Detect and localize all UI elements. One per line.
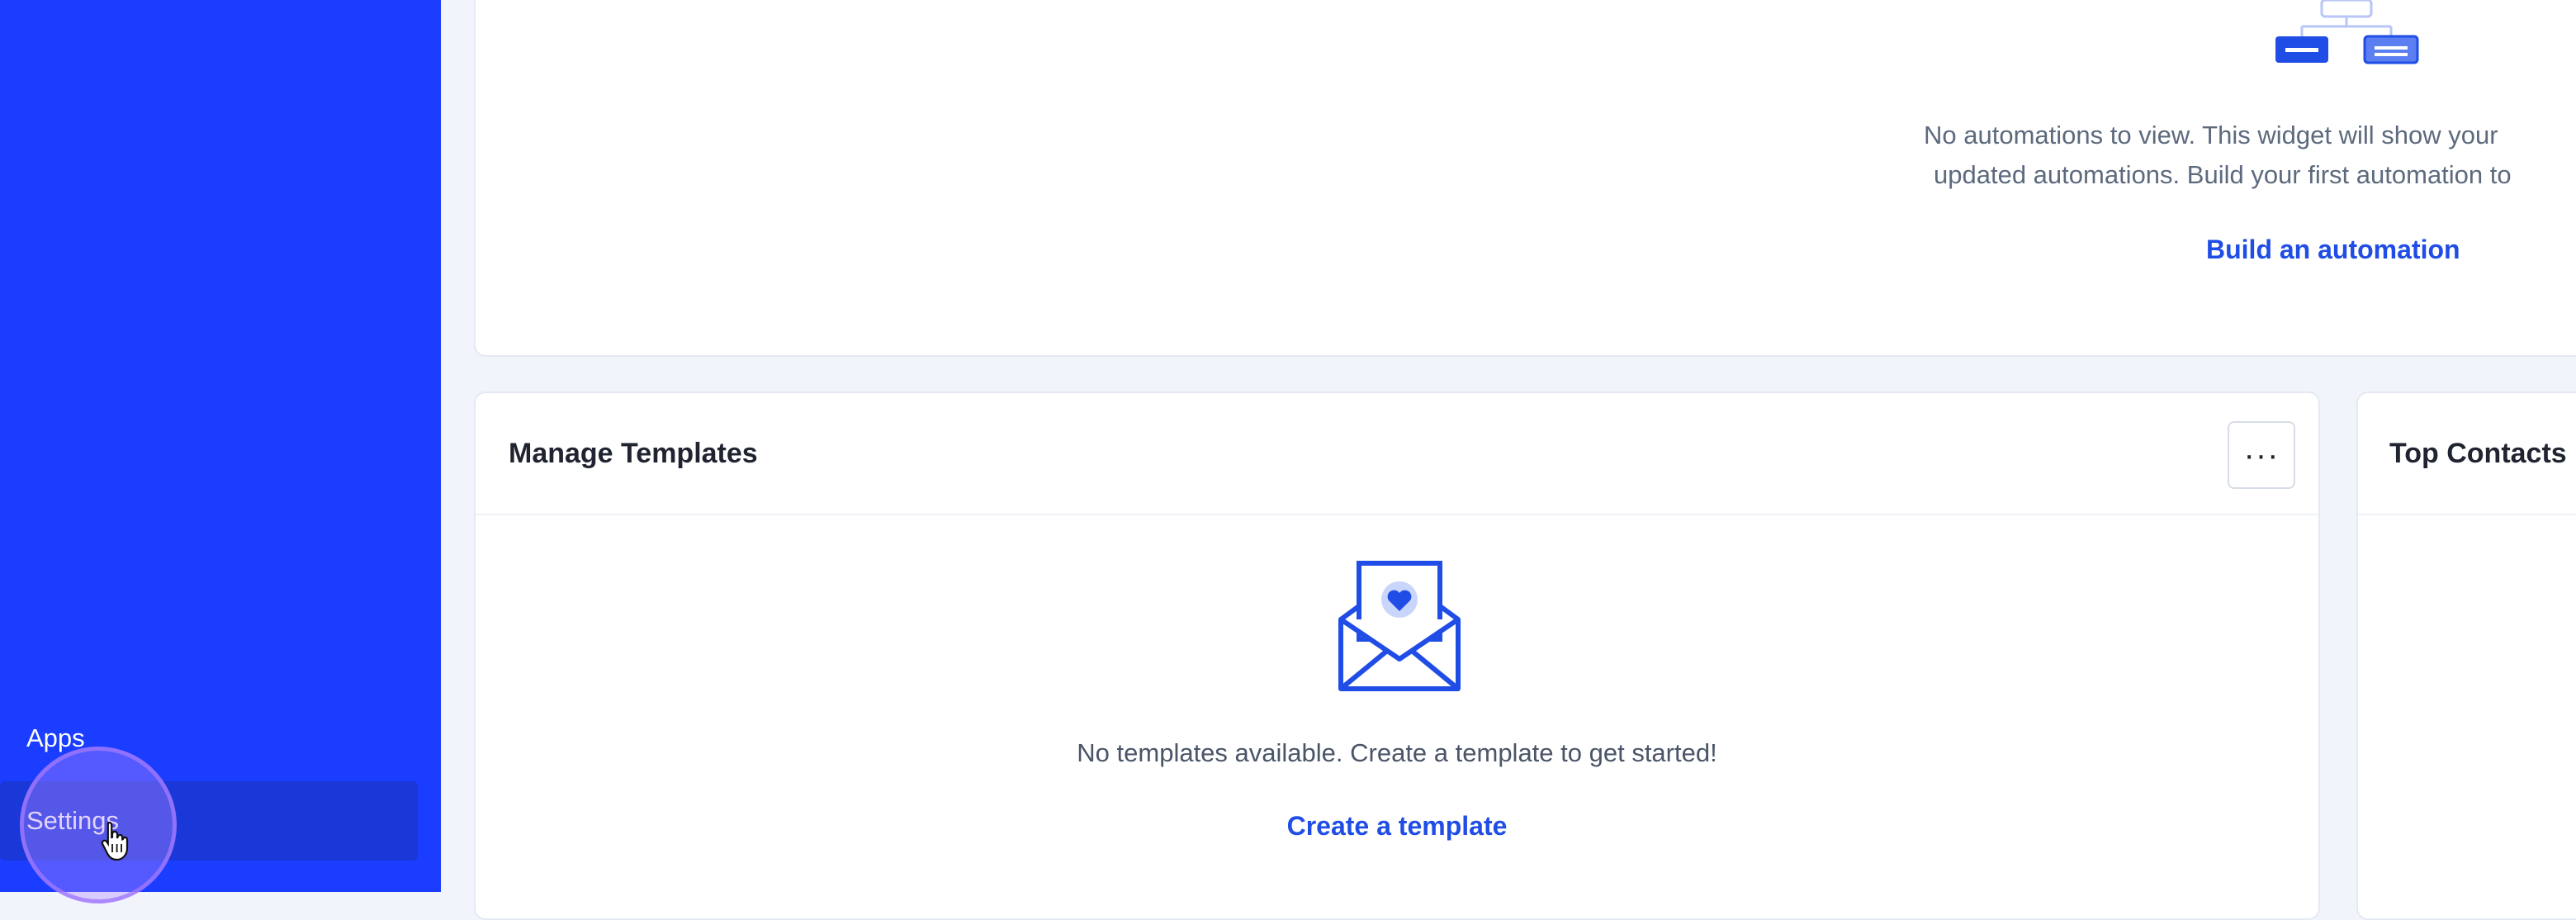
top-contacts-card: Top Contacts [2356,391,2576,920]
flow-diagram-icon [2275,0,2419,64]
automations-empty-text: No automations to view. This widget will… [1924,121,2498,149]
card-divider [476,514,2318,515]
sidebar-item-label: Apps [26,723,85,752]
automations-empty-text: updated automations. Build your first au… [1934,160,2512,189]
envelope-heart-icon [1338,561,1461,691]
card-title: Manage Templates [509,438,758,469]
card-title: Top Contacts [2389,438,2567,469]
more-options-button[interactable]: ··· [2228,421,2295,489]
sidebar: Apps Settings [0,0,441,903]
card-divider [2358,514,2576,515]
manage-templates-card: Manage Templates ··· No templates availa… [474,391,2320,920]
build-automation-link[interactable]: Build an automation [2206,235,2460,265]
create-template-link[interactable]: Create a template [476,811,2318,842]
hand-pointer-icon [101,821,129,861]
templates-empty-text: No templates available. Create a templat… [1077,738,1717,767]
